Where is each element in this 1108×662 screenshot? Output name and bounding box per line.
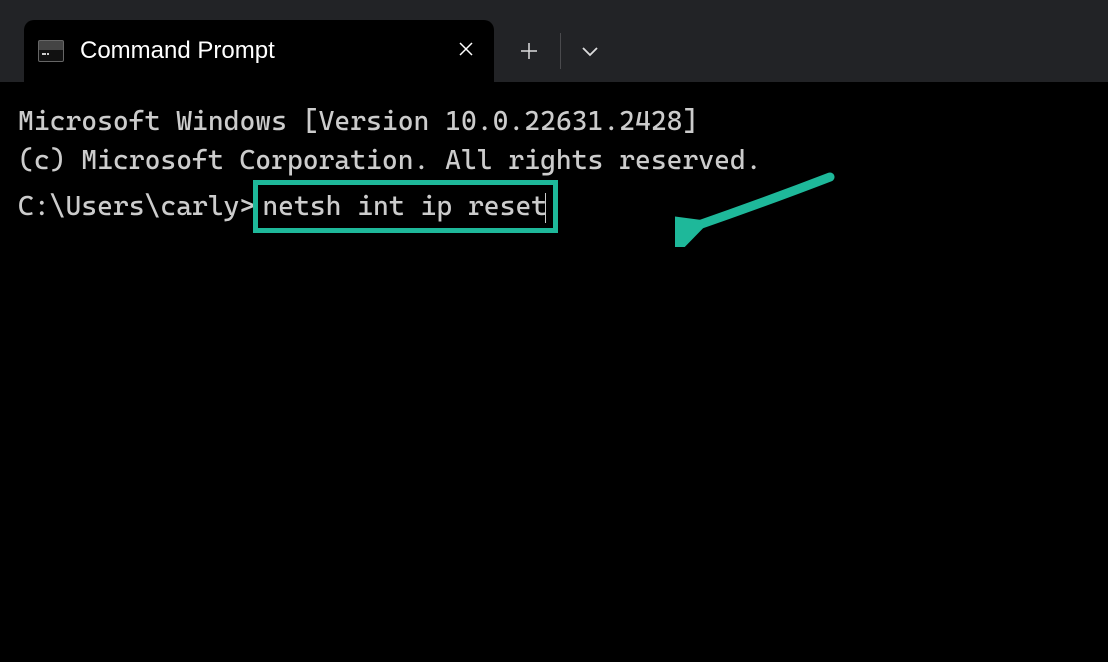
tab-controls: [502, 20, 615, 82]
chevron-down-icon: [581, 45, 599, 57]
close-icon: [458, 41, 474, 57]
prompt-line: C:\Users\carly>netsh int ip reset: [18, 180, 1090, 233]
terminal-output[interactable]: Microsoft Windows [Version 10.0.22631.24…: [0, 82, 1108, 253]
command-highlight: netsh int ip reset: [253, 180, 558, 233]
tab-command-prompt[interactable]: Command Prompt: [24, 20, 494, 82]
new-tab-button[interactable]: [502, 28, 556, 75]
text-cursor: [545, 193, 546, 223]
tab-title: Command Prompt: [80, 37, 448, 65]
titlebar: Command Prompt: [0, 0, 1108, 82]
prompt-path: C:\Users\carly>: [18, 187, 255, 226]
close-tab-button[interactable]: [448, 34, 484, 69]
terminal-icon: [38, 40, 64, 62]
divider: [560, 33, 561, 69]
tab-dropdown-button[interactable]: [565, 35, 615, 67]
copyright-line: (c) Microsoft Corporation. All rights re…: [18, 141, 1090, 180]
plus-icon: [520, 42, 538, 60]
command-text: netsh int ip reset: [262, 191, 547, 222]
version-line: Microsoft Windows [Version 10.0.22631.24…: [18, 102, 1090, 141]
